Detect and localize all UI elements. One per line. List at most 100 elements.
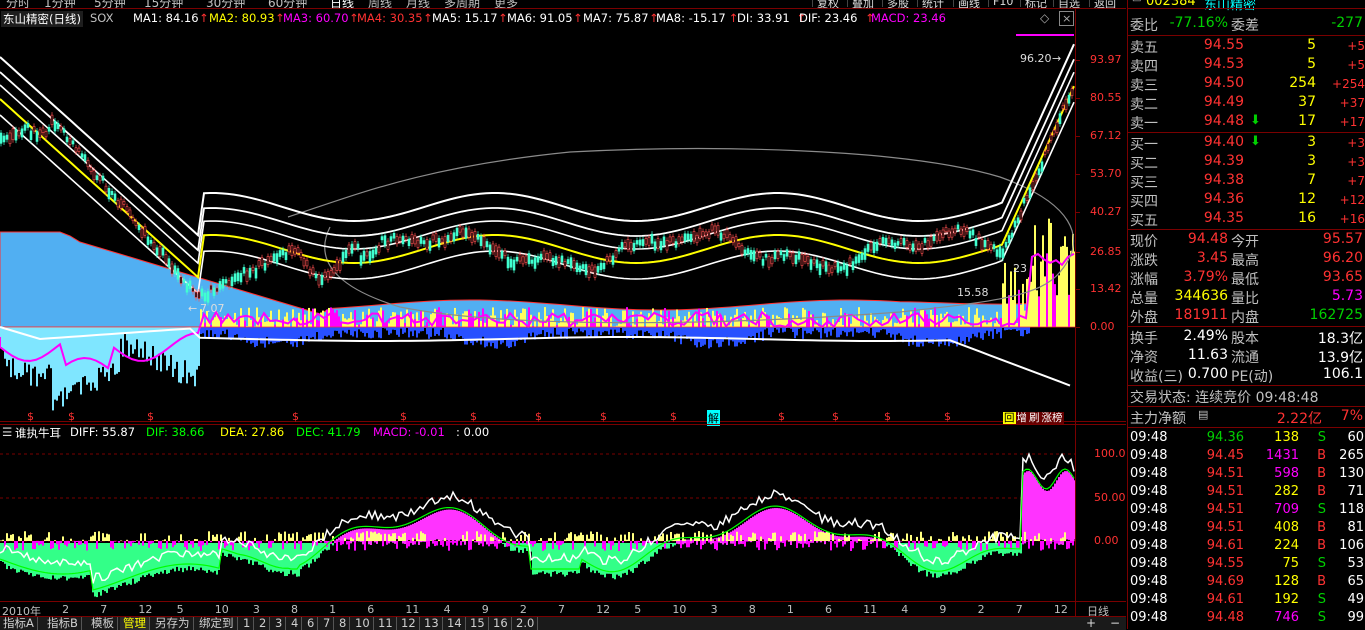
dividend-mark[interactable]: $ bbox=[670, 410, 677, 423]
toolbar-button[interactable]: 画线 bbox=[953, 0, 980, 7]
toolbar-button[interactable]: 复权 bbox=[812, 0, 839, 7]
candle bbox=[252, 267, 254, 270]
period-tab[interactable]: 15分钟 bbox=[144, 0, 183, 9]
ask-row[interactable]: 卖五94.555+5 bbox=[1128, 37, 1365, 56]
toolbar-button[interactable]: 叠加 bbox=[847, 0, 874, 7]
dividend-mark[interactable]: $ bbox=[470, 410, 477, 423]
plus-icon[interactable]: + bbox=[1086, 616, 1096, 630]
bottom-tab[interactable]: 4 bbox=[288, 617, 302, 630]
bottom-tab[interactable]: 模板 bbox=[88, 617, 118, 630]
net-flow-row[interactable]: 主力净额 ▤ 2.22亿 7% bbox=[1128, 408, 1365, 427]
bottom-tab[interactable]: 15 bbox=[467, 617, 489, 630]
bottom-tab[interactable]: 12 bbox=[398, 617, 420, 630]
bottom-tab[interactable]: 2.0 bbox=[513, 617, 538, 630]
bottom-tab[interactable]: 另存为 bbox=[152, 617, 194, 630]
bottom-tab[interactable]: 3 bbox=[272, 617, 286, 630]
macd-bar bbox=[98, 531, 100, 541]
dividend-mark[interactable]: $ bbox=[400, 410, 407, 423]
tick-time: 09:48 bbox=[1130, 556, 1167, 571]
period-tab[interactable]: 多周期 bbox=[444, 0, 480, 9]
dividend-mark[interactable]: $ bbox=[535, 410, 542, 423]
osc-bar bbox=[222, 543, 224, 553]
ask-row[interactable]: 卖二94.4937+37 bbox=[1128, 94, 1365, 113]
x-tick: 6 bbox=[825, 603, 832, 616]
toolbar-button[interactable]: 标记 bbox=[1020, 0, 1047, 7]
badge-hui[interactable]: 回 bbox=[1003, 412, 1016, 424]
extra-value: : 0.00 bbox=[456, 425, 489, 439]
candle bbox=[570, 258, 572, 268]
dividend-mark[interactable]: $ bbox=[68, 410, 75, 423]
period-tab[interactable]: 1分钟 bbox=[44, 0, 76, 9]
sub-indicator-name[interactable]: 谁执牛耳 bbox=[15, 425, 61, 441]
bottom-tab[interactable]: 1 bbox=[240, 617, 254, 630]
period-tab[interactable]: 日线 bbox=[330, 0, 354, 9]
period-tab[interactable]: 月线 bbox=[406, 0, 430, 9]
toolbar-button[interactable]: 自选 bbox=[1053, 0, 1080, 7]
bottom-tab[interactable]: 7 bbox=[320, 617, 334, 630]
bid-row[interactable]: 买三94.387+7 bbox=[1128, 172, 1365, 191]
dividend-mark[interactable]: $ bbox=[832, 410, 839, 423]
close-icon[interactable]: × bbox=[1059, 11, 1074, 26]
macd-bar bbox=[210, 541, 212, 542]
badge-zeng[interactable]: 增 bbox=[1016, 412, 1029, 424]
macd-bar bbox=[544, 541, 546, 550]
dividend-mark[interactable]: $ bbox=[147, 410, 154, 423]
dividend-mark[interactable]: $ bbox=[600, 410, 607, 423]
ask-row[interactable]: 卖三94.50254+254 bbox=[1128, 75, 1365, 94]
bottom-tab[interactable]: 8 bbox=[336, 617, 350, 630]
macd-bar bbox=[1060, 538, 1062, 541]
candle bbox=[873, 242, 875, 252]
ask-row[interactable]: 卖四94.535+5 bbox=[1128, 56, 1365, 75]
osc-bar bbox=[436, 512, 438, 539]
ask-row[interactable]: 卖一94.4817+17 bbox=[1128, 113, 1365, 132]
bottom-tab[interactable]: 2 bbox=[256, 617, 270, 630]
minus-icon[interactable]: − bbox=[1110, 616, 1120, 630]
macd-bar bbox=[630, 541, 632, 550]
bottom-tab[interactable]: 绑定到 bbox=[196, 617, 238, 630]
period-tab[interactable]: 分时 bbox=[6, 0, 30, 9]
bottom-tab[interactable]: 管理 bbox=[120, 617, 150, 630]
period-tab[interactable]: 60分钟 bbox=[268, 0, 307, 9]
toolbar-button[interactable]: 返回 bbox=[1089, 0, 1116, 7]
toolbar-button[interactable]: F10 bbox=[988, 0, 1013, 7]
candle bbox=[195, 292, 197, 297]
bid-row[interactable]: 买一94.403+3 bbox=[1128, 134, 1365, 153]
bottom-tab[interactable]: 指标A bbox=[0, 617, 38, 630]
diamond-icon[interactable]: ◇ bbox=[1040, 11, 1049, 25]
toolbar-button[interactable]: 统计 bbox=[917, 0, 944, 7]
macd-bar bbox=[744, 541, 746, 547]
bottom-tab[interactable]: 6 bbox=[304, 617, 318, 630]
dividend-mark[interactable]: $ bbox=[778, 410, 785, 423]
candle bbox=[222, 279, 224, 288]
bid-row[interactable]: 买二94.393+3 bbox=[1128, 153, 1365, 172]
dividend-mark[interactable]: $ bbox=[944, 410, 951, 423]
stat-label: 涨跌 bbox=[1130, 250, 1158, 270]
toolbar-button[interactable]: 多股 bbox=[882, 0, 909, 7]
sub-menu-icon[interactable]: ☰ bbox=[2, 425, 12, 439]
dividend-mark[interactable]: $ bbox=[884, 410, 891, 423]
badge-shua[interactable]: 刷 bbox=[1028, 412, 1041, 424]
macd-bar bbox=[358, 537, 360, 541]
bottom-tab[interactable]: 14 bbox=[444, 617, 466, 630]
period-tab[interactable]: 30分钟 bbox=[206, 0, 245, 9]
bid-row[interactable]: 买四94.3612+12 bbox=[1128, 191, 1365, 210]
badge-zhangbang[interactable]: 涨榜 bbox=[1041, 412, 1064, 424]
dividend-mark[interactable]: $ bbox=[292, 410, 299, 423]
bottom-tab[interactable]: 13 bbox=[421, 617, 443, 630]
stock-period-title[interactable]: 东山精密(日线) bbox=[1, 11, 83, 27]
period-tab[interactable]: 5分钟 bbox=[94, 0, 126, 9]
histogram-bar bbox=[620, 324, 622, 327]
osc-bar bbox=[742, 524, 744, 541]
bid-row[interactable]: 买五94.3516+16 bbox=[1128, 210, 1365, 229]
dividend-mark[interactable]: $ bbox=[27, 410, 34, 423]
volume-bar bbox=[528, 327, 530, 333]
period-tab[interactable]: 周线 bbox=[368, 0, 392, 9]
bottom-tab[interactable]: 10 bbox=[352, 617, 374, 630]
macd-bar bbox=[54, 540, 56, 541]
macd-bar bbox=[808, 541, 810, 547]
period-tab[interactable]: 更多 bbox=[494, 0, 518, 9]
list-icon[interactable]: ▤ bbox=[1198, 408, 1208, 421]
bottom-tab[interactable]: 指标B bbox=[44, 617, 82, 630]
bottom-tab[interactable]: 16 bbox=[490, 617, 512, 630]
bottom-tab[interactable]: 11 bbox=[375, 617, 397, 630]
